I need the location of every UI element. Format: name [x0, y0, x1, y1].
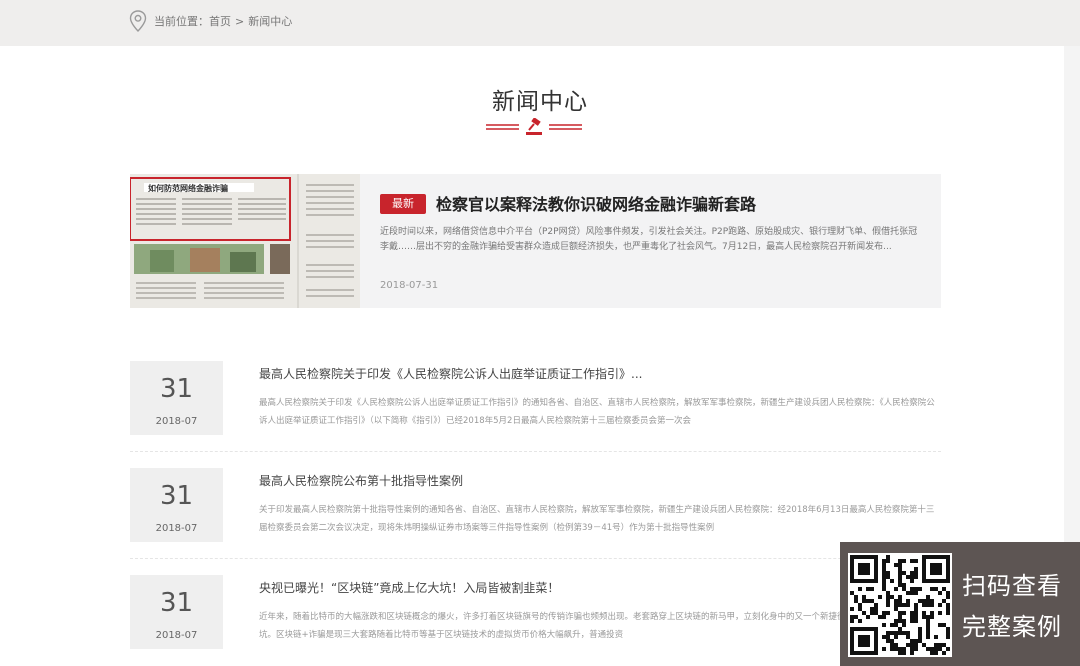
date-day: 31 — [159, 374, 194, 404]
image-headline: 如何防范网络金融诈骗 — [148, 183, 228, 193]
news-summary: 最高人民检察院关于印发《人民检察院公诉人出庭举证质证工作指引》的通知各省、自治区… — [259, 398, 935, 426]
news-title[interactable]: 央视已曝光！“区块链”竟成上亿大坑！入局皆被割韭菜！ — [259, 579, 559, 596]
date-box: 31 2018-07 — [130, 468, 223, 542]
date-day: 31 — [159, 588, 194, 618]
featured-news-card[interactable]: 如何防范网络金融诈骗 最新 检察官以案释法教你识破网络金融诈骗新套路 近段时间以… — [130, 174, 941, 308]
list-divider — [130, 451, 941, 452]
news-summary: 近年来，随着比特币的大幅涨跌和区块链概念的爆火，许多打着区块链旗号的传销诈骗也频… — [259, 612, 931, 640]
qr-caption-line1: 扫码查看 — [962, 572, 1062, 600]
latest-badge: 最新 — [380, 194, 426, 214]
date-month: 2018-07 — [155, 416, 198, 427]
featured-news-image[interactable]: 如何防范网络金融诈骗 — [130, 174, 360, 308]
location-pin-icon — [129, 10, 147, 32]
breadcrumb-bar: 当前位置：首页 > 新闻中心 — [0, 0, 1080, 46]
page-title: 新闻中心 — [492, 89, 588, 115]
gavel-icon — [486, 118, 582, 135]
newspaper-image: 如何防范网络金融诈骗 — [130, 174, 360, 308]
news-summary: 关于印发最高人民检察院第十批指导性案例的通知各省、自治区、直辖市人民检察院，解放… — [259, 505, 935, 533]
qr-code-graphic — [850, 555, 950, 655]
breadcrumb-label: 当前位置： — [154, 15, 209, 28]
news-list-item[interactable]: 31 2018-07 最高人民检察院公布第十批指导性案例 关于印发最高人民检察院… — [130, 468, 941, 564]
news-list-item[interactable]: 31 2018-07 央视已曝光！“区块链”竟成上亿大坑！入局皆被割韭菜！ 近年… — [130, 575, 941, 666]
date-box: 31 2018-07 — [130, 575, 223, 649]
news-title[interactable]: 最高人民检察院关于印发《人民检察院公诉人出庭举证质证工作指引》... — [259, 365, 642, 382]
breadcrumb-current: 新闻中心 — [248, 15, 293, 28]
qr-caption: 扫码查看 完整案例 — [962, 566, 1062, 648]
breadcrumb: 当前位置：首页 > 新闻中心 — [154, 13, 292, 29]
featured-news-summary: 近段时间以来，网络借贷信息中介平台（P2P网贷）风险事件频发，引发社会关注。P2… — [380, 227, 918, 252]
breadcrumb-home-link[interactable]: 首页 — [209, 13, 231, 29]
date-month: 2018-07 — [155, 630, 198, 641]
date-month: 2018-07 — [155, 523, 198, 534]
list-divider — [130, 558, 941, 559]
featured-news-title[interactable]: 检察官以案释法教你识破网络金融诈骗新套路 — [436, 191, 756, 215]
news-list-item[interactable]: 31 2018-07 最高人民检察院关于印发《人民检察院公诉人出庭举证质证工作指… — [130, 361, 941, 457]
qr-code-icon — [848, 553, 952, 657]
date-box: 31 2018-07 — [130, 361, 223, 435]
breadcrumb-separator: > — [235, 15, 245, 28]
qr-caption-line2: 完整案例 — [962, 613, 1062, 641]
date-day: 31 — [159, 481, 194, 511]
qr-code-overlay: 扫码查看 完整案例 — [840, 542, 1080, 666]
news-title[interactable]: 最高人民检察院公布第十批指导性案例 — [259, 472, 463, 489]
featured-news-date: 2018-07-31 — [380, 280, 439, 291]
